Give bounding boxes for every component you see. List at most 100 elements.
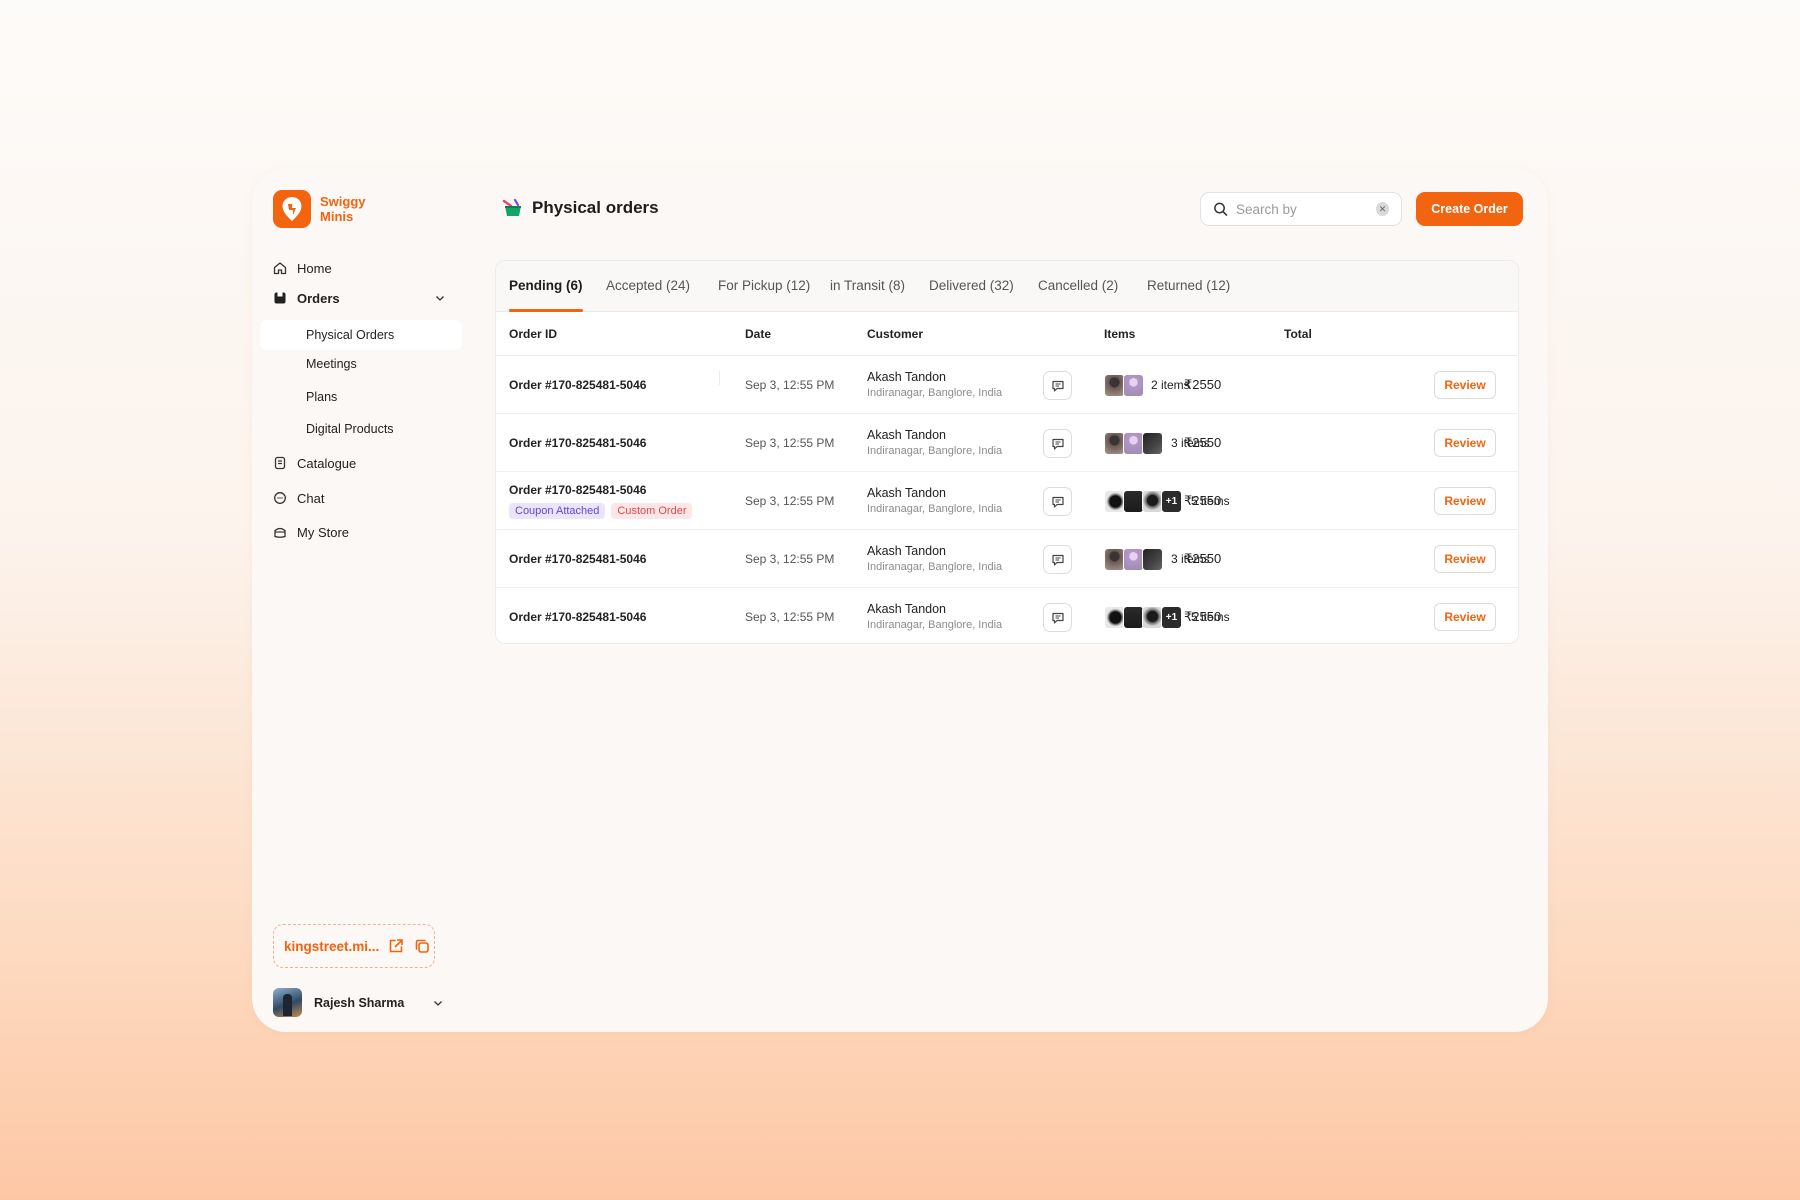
table-row[interactable]: Order #170-825481-5046 Sep 3, 12:55 PM A… <box>496 357 1518 414</box>
clear-search-icon[interactable]: ✕ <box>1375 202 1389 216</box>
customer-location: Indiranagar, Banglore, India <box>867 561 1003 573</box>
tab-for-pickup[interactable]: For Pickup (12) <box>718 278 810 293</box>
message-customer-button[interactable] <box>1043 545 1072 574</box>
customer-location: Indiranagar, Banglore, India <box>867 445 1003 457</box>
product-thumbnail <box>1104 548 1125 571</box>
column-header: Total <box>1284 327 1312 341</box>
table-header: Order ID Date Customer Items Total <box>496 312 1518 356</box>
order-date: Sep 3, 12:55 PM <box>745 610 835 624</box>
table-row[interactable]: Order #170-825481-5046 Sep 3, 12:55 PM A… <box>496 415 1518 472</box>
brand[interactable]: Swiggy Minis <box>273 190 380 228</box>
sidebar-item-label: Chat <box>297 490 325 506</box>
order-id[interactable]: Order #170-825481-5046 <box>509 610 646 624</box>
order-tags: Coupon Attached Custom Order <box>509 503 693 519</box>
product-thumbnail <box>1142 432 1163 455</box>
coupon-attached-badge: Coupon Attached <box>509 503 606 519</box>
chevron-down-icon[interactable] <box>432 997 444 1009</box>
page-title-text: Physical orders <box>532 198 659 217</box>
sidebar-item-orders[interactable]: Orders <box>273 288 340 308</box>
sidebar-item-home[interactable]: Home <box>273 258 332 278</box>
user-menu[interactable]: Rajesh Sharma <box>273 988 448 1017</box>
tab-returned[interactable]: Returned (12) <box>1147 278 1230 293</box>
order-total: ₹2550 <box>1184 435 1222 450</box>
product-thumbnail <box>1104 432 1125 455</box>
order-date: Sep 3, 12:55 PM <box>745 494 835 508</box>
column-header: Order ID <box>509 327 558 341</box>
message-customer-button[interactable] <box>1043 429 1072 458</box>
order-date: Sep 3, 12:55 PM <box>745 436 835 450</box>
customer-name: Akash Tandon <box>867 428 946 442</box>
order-id[interactable]: Order #170-825481-5046 <box>509 436 646 450</box>
customer-name: Akash Tandon <box>867 602 946 616</box>
sidebar-sub-digital-products[interactable]: Digital Products <box>306 422 394 436</box>
sidebar-item-label: My Store <box>297 524 350 540</box>
sidebar-sub-plans[interactable]: Plans <box>306 390 337 404</box>
order-status-tabs: Pending (6) Accepted (24) For Pickup (12… <box>496 261 1518 312</box>
order-id[interactable]: Order #170-825481-5046 <box>509 483 646 497</box>
product-thumbnail <box>1142 490 1163 513</box>
customer-location: Indiranagar, Banglore, India <box>867 387 1003 399</box>
avatar <box>273 988 302 1017</box>
message-customer-button[interactable] <box>1043 371 1072 400</box>
message-customer-button[interactable] <box>1043 603 1072 632</box>
product-thumbnail <box>1142 606 1163 629</box>
order-date: Sep 3, 12:55 PM <box>745 378 835 392</box>
table-row[interactable]: Order #170-825481-5046 Sep 3, 12:55 PM A… <box>496 531 1518 588</box>
order-id[interactable]: Order #170-825481-5046 <box>509 378 646 392</box>
review-button[interactable]: Review <box>1434 603 1496 631</box>
item-thumbnails[interactable]: +1 <box>1104 606 1182 629</box>
order-total: ₹2550 <box>1184 609 1222 624</box>
order-id[interactable]: Order #170-825481-5046 <box>509 552 646 566</box>
external-link-icon[interactable] <box>387 937 405 955</box>
sidebar-sub-physical-orders[interactable]: Physical Orders <box>306 328 394 342</box>
tab-delivered[interactable]: Delivered (32) <box>929 278 1014 293</box>
item-thumbnails[interactable] <box>1104 432 1163 455</box>
message-icon <box>1051 554 1064 566</box>
sidebar-sub-meetings[interactable]: Meetings <box>306 357 357 371</box>
orders-icon <box>273 291 287 305</box>
item-thumbnails[interactable]: +1 <box>1104 490 1182 513</box>
customer-name: Akash Tandon <box>867 370 946 384</box>
create-order-button[interactable]: Create Order <box>1416 192 1523 226</box>
column-divider <box>719 371 720 385</box>
copy-icon[interactable] <box>413 937 431 955</box>
tab-accepted[interactable]: Accepted (24) <box>606 278 690 293</box>
product-thumbnail <box>1104 606 1125 629</box>
table-row[interactable]: Order #170-825481-5046 Coupon Attached C… <box>496 473 1518 530</box>
tab-cancelled[interactable]: Cancelled (2) <box>1038 278 1118 293</box>
message-customer-button[interactable] <box>1043 487 1072 516</box>
review-button[interactable]: Review <box>1434 371 1496 399</box>
customer-name: Akash Tandon <box>867 486 946 500</box>
sidebar-item-label: Catalogue <box>297 455 357 471</box>
review-button[interactable]: Review <box>1434 429 1496 457</box>
sidebar-item-label: Home <box>297 260 332 276</box>
order-total: ₹2550 <box>1184 377 1222 392</box>
orders-table-card: Pending (6) Accepted (24) For Pickup (12… <box>495 260 1519 644</box>
page-title: Physical orders <box>502 198 659 218</box>
tab-pending[interactable]: Pending (6) <box>509 278 583 293</box>
brand-name: Swiggy Minis <box>320 194 366 224</box>
search-box[interactable]: ✕ <box>1200 192 1402 226</box>
review-button[interactable]: Review <box>1434 545 1496 573</box>
product-thumbnail <box>1104 374 1125 397</box>
catalogue-icon <box>273 456 287 470</box>
sidebar-item-chat[interactable]: Chat <box>273 488 324 508</box>
table-row[interactable]: Order #170-825481-5046 Sep 3, 12:55 PM A… <box>496 589 1518 643</box>
sidebar-item-catalogue[interactable]: Catalogue <box>273 453 356 473</box>
tab-in-transit[interactable]: in Transit (8) <box>830 278 905 293</box>
search-icon <box>1214 202 1228 216</box>
item-thumbnails[interactable] <box>1104 374 1144 397</box>
store-link: kingstreet.mi... <box>273 924 435 968</box>
swiggy-logo-icon <box>273 190 311 228</box>
store-icon <box>273 525 287 539</box>
store-url[interactable]: kingstreet.mi... <box>284 939 379 954</box>
home-icon <box>273 261 287 275</box>
product-thumbnail <box>1123 490 1144 513</box>
chevron-down-icon[interactable] <box>434 292 446 304</box>
sidebar-item-my-store[interactable]: My Store <box>273 522 349 542</box>
search-input[interactable] <box>1235 201 1368 217</box>
sidebar-item-label: Orders <box>297 290 340 306</box>
product-thumbnail <box>1123 432 1144 455</box>
review-button[interactable]: Review <box>1434 487 1496 515</box>
item-thumbnails[interactable] <box>1104 548 1163 571</box>
